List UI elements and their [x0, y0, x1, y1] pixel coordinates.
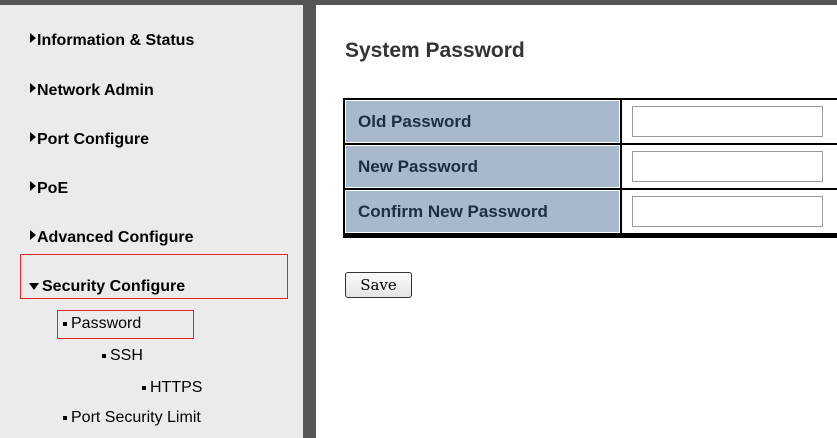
bullet-icon: [102, 354, 106, 358]
sidebar-item-label: Advanced Configure: [37, 229, 194, 246]
sidebar-item-network-admin[interactable]: Network Admin: [30, 82, 154, 100]
sidebar-item-label: Network Admin: [37, 82, 154, 99]
sidebar-item-information-status[interactable]: Information & Status: [30, 32, 194, 50]
collapsed-arrow-icon: [30, 132, 36, 142]
confirm-new-password-cell: [622, 190, 837, 233]
sidebar-subitem-label: Password: [71, 315, 142, 332]
new-password-input[interactable]: [632, 151, 823, 182]
collapsed-arrow-icon: [30, 33, 36, 43]
collapsed-arrow-icon: [30, 181, 36, 191]
sidebar-item-poe[interactable]: PoE: [30, 180, 68, 198]
confirm-new-password-label: Confirm New Password: [345, 190, 620, 233]
sidebar-subitem-port-security-limit[interactable]: Port Security Limit: [63, 409, 201, 427]
sidebar-divider: [303, 5, 316, 438]
page-title: System Password: [345, 39, 525, 62]
sidebar-subitem-ssh[interactable]: SSH: [102, 347, 143, 365]
sidebar-item-label: Port Configure: [37, 131, 149, 148]
sidebar-item-advanced-configure[interactable]: Advanced Configure: [30, 229, 193, 247]
sidebar-subitem-https[interactable]: HTTPS: [142, 379, 202, 397]
sidebar-item-security-configure[interactable]: Security Configure: [29, 278, 185, 296]
bullet-icon: [142, 386, 146, 390]
sidebar-item-label: PoE: [37, 180, 69, 197]
sidebar-item-port-configure[interactable]: Port Configure: [30, 131, 149, 149]
new-password-label: New Password: [345, 145, 620, 188]
bullet-icon: [63, 416, 67, 420]
sidebar-nav: Information & Status Network Admin Port …: [0, 5, 303, 438]
save-button[interactable]: Save: [345, 272, 412, 298]
expanded-arrow-icon: [29, 283, 39, 290]
old-password-label: Old Password: [345, 100, 620, 143]
sidebar-item-label: Information & Status: [37, 32, 195, 49]
collapsed-arrow-icon: [30, 230, 36, 240]
sidebar-subitem-label: SSH: [110, 347, 143, 364]
old-password-cell: [622, 100, 837, 143]
confirm-new-password-input[interactable]: [632, 196, 823, 227]
sidebar-subitem-label: Port Security Limit: [71, 409, 201, 426]
old-password-input[interactable]: [632, 106, 823, 137]
bullet-icon: [63, 322, 67, 326]
sidebar-item-label: Security Configure: [42, 278, 186, 295]
collapsed-arrow-icon: [30, 83, 36, 93]
new-password-cell: [622, 145, 837, 188]
sidebar-subitem-password[interactable]: Password: [63, 315, 141, 333]
sidebar-subitem-label: HTTPS: [150, 379, 203, 396]
